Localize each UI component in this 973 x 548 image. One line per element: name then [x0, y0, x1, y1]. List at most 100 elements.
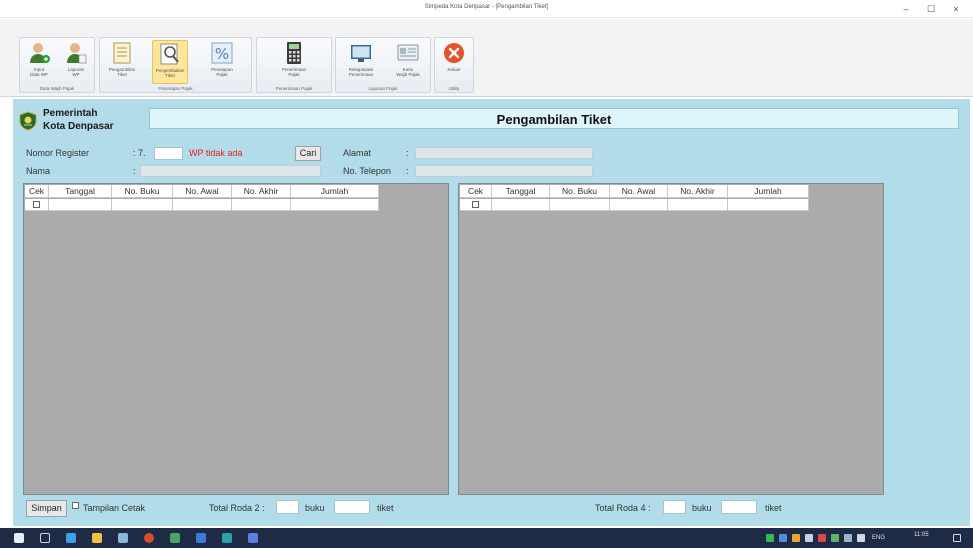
app-icon[interactable]	[170, 533, 180, 543]
ribbon-group-penerimaan-pajak: Penerimaan Pajak Penerimaan Pajak	[256, 37, 332, 93]
table-cell[interactable]	[728, 199, 809, 211]
nomor-register-label: Nomor Register	[26, 148, 90, 158]
col-no-awal[interactable]: No. Awal	[610, 185, 668, 198]
main-panel: Pemerintah Kota Denpasar Pengambilan Tik…	[13, 99, 970, 526]
pengembalian-tiket-button[interactable]: Pengembalian Tiket	[152, 40, 188, 84]
government-emblem-icon	[19, 111, 37, 131]
col-no-awal[interactable]: No. Awal	[173, 185, 232, 198]
page-title: Pengambilan Tiket	[496, 112, 612, 127]
app-icon[interactable]	[196, 533, 206, 543]
volume-icon[interactable]	[857, 534, 865, 542]
maximize-button[interactable]: ☐	[920, 2, 942, 16]
alamat-label: Alamat	[343, 148, 372, 158]
table-cell[interactable]	[668, 199, 728, 211]
row-check-cell[interactable]	[460, 199, 492, 211]
simpan-button[interactable]: Simpan	[26, 500, 67, 517]
table-cell[interactable]	[232, 199, 291, 211]
wifi-icon[interactable]	[844, 534, 852, 542]
ribbon-group-laporan-pajak: Rekapitulasi Penerimaan Kartu Wajib Paja…	[335, 37, 431, 93]
col-tanggal[interactable]: Tanggal	[492, 185, 550, 198]
tray-icon[interactable]	[792, 534, 800, 542]
cari-button[interactable]: Cari	[295, 146, 321, 161]
row-checkbox[interactable]	[33, 201, 40, 209]
col-no-akhir[interactable]: No. Akhir	[232, 185, 291, 198]
page-title-banner: Pengambilan Tiket	[149, 108, 959, 129]
close-button[interactable]: ×	[945, 2, 967, 16]
penerimaan-pajak-button[interactable]: Penerimaan Pajak	[276, 40, 312, 84]
col-no-buku[interactable]: No. Buku	[550, 185, 610, 198]
laporan-wp-button[interactable]: Laporan WP	[58, 40, 94, 84]
row-check-cell[interactable]	[25, 199, 49, 211]
exit-icon	[444, 43, 464, 63]
monitor-report-icon	[351, 45, 371, 62]
tray-icon[interactable]	[831, 534, 839, 542]
table-cell[interactable]	[610, 199, 668, 211]
telepon-label: No. Telepon	[343, 166, 391, 176]
clock[interactable]: 11:05	[914, 532, 929, 538]
language-indicator[interactable]: ENG	[872, 535, 885, 541]
tray-icon[interactable]	[779, 534, 787, 542]
col-cek[interactable]: Cek	[460, 185, 492, 198]
tampilan-cetak-checkbox[interactable]	[72, 502, 79, 509]
pengambilan-tiket-button[interactable]: Pengambilan Tiket	[104, 40, 140, 84]
ribbon-group-utility: Keluar Utility	[434, 37, 474, 93]
total-roda2-tiket-field[interactable]	[334, 500, 370, 514]
windows-taskbar: ENG 11:05	[0, 528, 973, 548]
col-no-akhir[interactable]: No. Akhir	[668, 185, 728, 198]
start-icon[interactable]	[14, 533, 24, 543]
nomor-register-input[interactable]	[154, 147, 183, 160]
app-icon[interactable]	[222, 533, 232, 543]
card-icon	[397, 44, 419, 61]
ribbon-group-label: Utility	[448, 86, 460, 91]
nama-colon: :	[133, 166, 136, 176]
total-roda4-tiket-field[interactable]	[721, 500, 757, 514]
roda4-tiket-label: tiket	[765, 503, 782, 513]
grid-roda-2[interactable]: Cek Tanggal No. Buku No. Awal No. Akhir …	[23, 183, 449, 495]
tray-icon[interactable]	[805, 534, 813, 542]
table-cell[interactable]	[173, 199, 232, 211]
total-roda2-label: Total Roda 2 :	[209, 503, 265, 513]
edge-icon[interactable]	[66, 533, 76, 543]
tray-icon[interactable]	[818, 534, 826, 542]
store-icon[interactable]	[118, 533, 128, 543]
roda4-buku-label: buku	[692, 503, 712, 513]
col-cek[interactable]: Cek	[25, 185, 49, 198]
minimize-button[interactable]: –	[895, 2, 917, 16]
window-titlebar: Simpeda Kota Denpasar - [Pengambilan Tik…	[0, 0, 973, 18]
chrome-icon[interactable]	[144, 533, 154, 543]
table-cell[interactable]	[49, 199, 112, 211]
table-cell[interactable]	[550, 199, 610, 211]
table-row[interactable]	[25, 199, 379, 211]
col-no-buku[interactable]: No. Buku	[112, 185, 173, 198]
table-cell[interactable]	[112, 199, 173, 211]
roda2-tiket-label: tiket	[377, 503, 394, 513]
row-checkbox[interactable]	[472, 201, 479, 209]
telepon-colon: :	[406, 166, 409, 176]
nama-field[interactable]	[140, 165, 321, 177]
table-cell[interactable]	[291, 199, 379, 211]
rekapitulasi-penerimaan-button[interactable]: Rekapitulasi Penerimaan	[341, 40, 381, 84]
grid-header: Cek Tanggal No. Buku No. Awal No. Akhir …	[25, 185, 379, 198]
percent-icon: %	[211, 42, 233, 64]
notification-icon[interactable]	[953, 534, 961, 542]
folder-icon[interactable]	[92, 533, 102, 543]
table-row[interactable]	[460, 199, 809, 211]
tray-icon[interactable]	[766, 534, 774, 542]
col-jumlah[interactable]: Jumlah	[728, 185, 809, 198]
col-jumlah[interactable]: Jumlah	[291, 185, 379, 198]
grid-roda-4[interactable]: Cek Tanggal No. Buku No. Awal No. Akhir …	[458, 183, 884, 495]
input-data-wp-button[interactable]: Input Data WP	[21, 40, 57, 84]
wp-status-message: WP tidak ada	[189, 148, 243, 158]
alamat-field[interactable]	[415, 147, 593, 159]
col-tanggal[interactable]: Tanggal	[49, 185, 112, 198]
ribbon-group-penetapan-pajak: Pengambilan Tiket Pengembalian Tiket % P…	[99, 37, 252, 93]
total-roda2-buku-field[interactable]	[276, 500, 299, 514]
keluar-button[interactable]: Keluar	[436, 40, 472, 84]
total-roda4-buku-field[interactable]	[663, 500, 686, 514]
penetapan-pajak-button[interactable]: % Penetapan Pajak	[204, 40, 240, 84]
telepon-field[interactable]	[415, 165, 593, 177]
table-cell[interactable]	[492, 199, 550, 211]
kartu-wajib-pajak-button[interactable]: Kartu Wajib Pajak	[388, 40, 428, 84]
task-view-icon[interactable]	[40, 533, 50, 543]
simpeda-app-icon[interactable]	[248, 533, 258, 543]
